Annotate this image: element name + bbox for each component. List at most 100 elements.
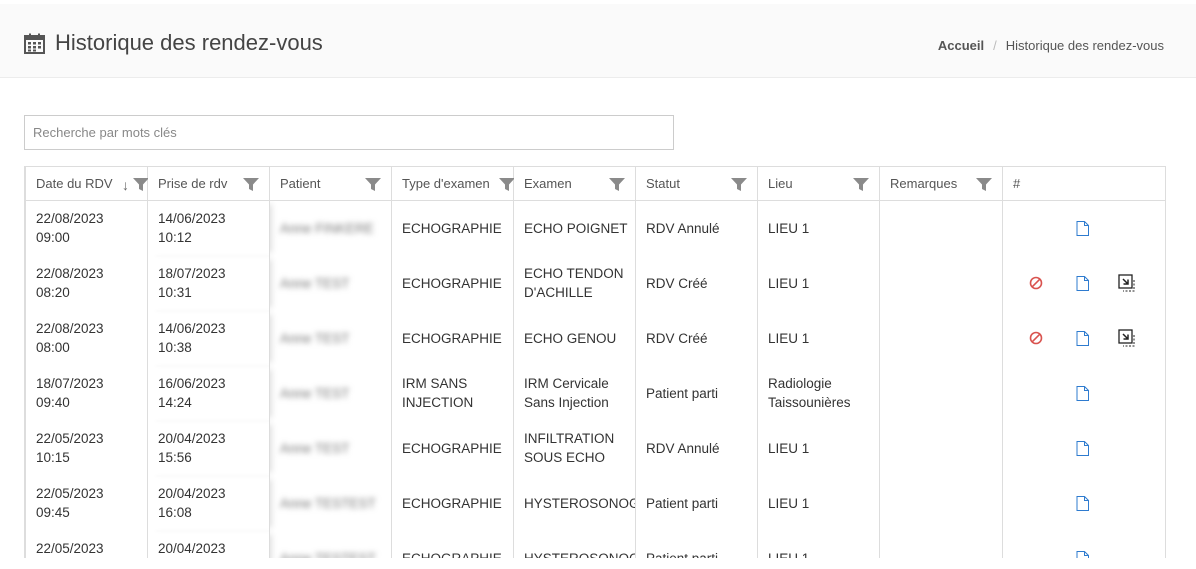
cell-prise-de-rdv: 20/04/2023 15:56 (147, 420, 270, 476)
cell-statut: RDV Annulé (635, 200, 758, 256)
cell-patient-text: Anne TEST (280, 385, 350, 401)
cell-remarques (879, 255, 1003, 311)
cell-type-examen: ECHOGRAPHIE (391, 255, 514, 311)
filter-icon[interactable] (609, 178, 625, 195)
page: Historique des rendez-vous Accueil / His… (0, 0, 1196, 569)
document-icon[interactable] (1059, 440, 1105, 456)
document-icon[interactable] (1059, 275, 1105, 291)
document-icon[interactable] (1059, 550, 1105, 558)
cell-date-rdv: 22/05/2023 10:15 (25, 420, 148, 476)
table-row[interactable]: 18/07/2023 09:40 16/06/2023 14:24 Anne TEST I… (25, 365, 1165, 421)
cell-type-examen: ECHOGRAPHIE (391, 475, 514, 531)
cell-prise-de-rdv: 16/06/2023 14:24 (147, 365, 270, 421)
column-header-label: Examen (524, 176, 572, 191)
filter-icon[interactable] (853, 178, 869, 195)
cell-lieu: Radiologie Taissounières (757, 365, 880, 421)
cell-patient-text: Anne TEST (280, 275, 350, 291)
column-header-lieu[interactable]: Lieu (757, 166, 880, 201)
cell-lieu: LIEU 1 (757, 530, 880, 558)
column-header-actions[interactable]: # (1002, 166, 1165, 201)
cell-line: 09:00 (36, 230, 70, 245)
cell-statut: RDV Créé (635, 255, 758, 311)
filter-icon[interactable] (976, 178, 992, 195)
filter-icon[interactable] (731, 178, 747, 195)
cell-lieu: LIEU 1 (757, 310, 880, 366)
cell-patient-text: Anne FINKERE (280, 220, 374, 236)
cell-examen-text: INFILTRATION SOUS ECHO (524, 431, 615, 465)
cell-patient-text: Anne TESTEST (280, 550, 376, 559)
cancel-icon[interactable] (1013, 331, 1059, 345)
document-icon[interactable] (1059, 330, 1105, 346)
cell-prise-de-rdv: 20/04/2023 16:08 (147, 475, 270, 531)
column-header-type-d-examen[interactable]: Type d'examen (391, 166, 515, 201)
cell-lieu: LIEU 1 (757, 255, 880, 311)
cell-type-examen: ECHOGRAPHIE (391, 530, 514, 559)
cell-type-examen-text: ECHOGRAPHIE (402, 550, 502, 559)
cell-patient: Anne TEST (269, 420, 392, 476)
cell-actions (1002, 530, 1165, 558)
cell-type-examen-text: IRM SANS INJECTION (402, 376, 474, 410)
cell-type-examen-text: ECHOGRAPHIE (402, 220, 502, 236)
cell-date-rdv: 18/07/2023 09:40 (25, 365, 148, 421)
table-row[interactable]: 22/08/2023 08:00 14/06/2023 10:38 Anne TEST E… (25, 310, 1165, 366)
column-header-remarques[interactable]: Remarques (879, 166, 1003, 201)
cell-line: 16/06/2023 (158, 375, 226, 391)
column-header-examen[interactable]: Examen (513, 166, 636, 201)
cancel-icon[interactable] (1013, 276, 1059, 290)
sort-desc-icon[interactable]: ↓ (122, 177, 129, 193)
search-input[interactable] (24, 115, 674, 150)
cell-line: 14/06/2023 (158, 211, 226, 226)
exit-icon[interactable] (1105, 328, 1151, 348)
cell-type-examen: ECHOGRAPHIE (391, 420, 514, 476)
cell-line: 14/06/2023 (158, 320, 226, 336)
breadcrumb-separator: / (993, 38, 997, 53)
document-icon[interactable] (1059, 220, 1105, 236)
filter-icon[interactable] (243, 178, 259, 195)
cell-line: 16:08 (158, 504, 192, 520)
table-body: 22/08/2023 09:00 14/06/2023 10:12 Anne FINKE… (25, 200, 1165, 559)
cell-remarques (879, 365, 1003, 421)
cell-actions (1002, 365, 1165, 421)
column-header-label: # (1013, 176, 1021, 191)
table-row[interactable]: 22/08/2023 09:00 14/06/2023 10:12 Anne FINKE… (25, 200, 1165, 256)
cell-line: 18/07/2023 (158, 265, 226, 281)
cell-line: 09:40 (36, 394, 70, 410)
cell-statut: Patient parti (635, 365, 758, 421)
cell-examen: HYSTEROSONOGRAPHIE (513, 530, 636, 558)
column-header-statut[interactable]: Statut (635, 166, 758, 201)
cell-line: 15:56 (158, 449, 192, 465)
document-icon[interactable] (1059, 385, 1105, 401)
exit-icon[interactable] (1105, 273, 1151, 293)
cell-examen-text: HYSTEROSONOGRAPHIE (524, 495, 635, 511)
cell-examen: ECHO GENOU (513, 310, 636, 366)
column-header-date-du-rdv[interactable]: Date du RDV ↓ (25, 166, 149, 201)
column-header-patient[interactable]: Patient (269, 166, 392, 201)
cell-prise-de-rdv: 18/07/2023 10:31 (147, 255, 270, 311)
cell-statut: RDV Créé (635, 310, 758, 366)
cell-date-rdv: 22/08/2023 09:00 (25, 200, 148, 256)
cell-examen: ECHO POIGNET (513, 200, 636, 256)
cell-lieu: LIEU 1 (757, 420, 880, 476)
table-row[interactable]: 22/05/2023 20/04/2023 Anne TESTEST ECHOGRAP… (25, 530, 1165, 559)
filter-icon[interactable] (365, 178, 381, 195)
cell-examen: ECHO TENDON D'ACHILLE (513, 255, 636, 311)
table-row[interactable]: 22/08/2023 08:20 18/07/2023 10:31 Anne TEST E… (25, 255, 1165, 311)
cell-remarques (879, 420, 1003, 476)
breadcrumb-home-link[interactable]: Accueil (938, 38, 984, 53)
cell-lieu-text: Radiologie Taissounières (768, 376, 851, 410)
appointments-table-wrapper[interactable]: Date du RDV ↓ Prise de rdv Patient Type d'ex… (24, 166, 1166, 558)
cell-remarques (879, 475, 1003, 531)
document-icon[interactable] (1059, 495, 1105, 511)
cell-line: 22/08/2023 (36, 265, 104, 281)
row-actions (1013, 421, 1155, 476)
cell-statut-text: RDV Annulé (646, 440, 720, 456)
table-row[interactable]: 22/05/2023 10:15 20/04/2023 15:56 Anne TEST E… (25, 420, 1165, 476)
cell-actions (1002, 475, 1165, 531)
cell-line: 09:45 (36, 504, 70, 520)
table-row[interactable]: 22/05/2023 09:45 20/04/2023 16:08 Anne TESTE… (25, 475, 1165, 531)
column-header-label: Type d'examen (402, 176, 490, 191)
cell-lieu: LIEU 1 (757, 475, 880, 531)
cell-type-examen: ECHOGRAPHIE (391, 310, 514, 366)
cell-patient: Anne TESTEST (269, 530, 392, 559)
column-header-prise-de-rdv[interactable]: Prise de rdv (147, 166, 270, 201)
